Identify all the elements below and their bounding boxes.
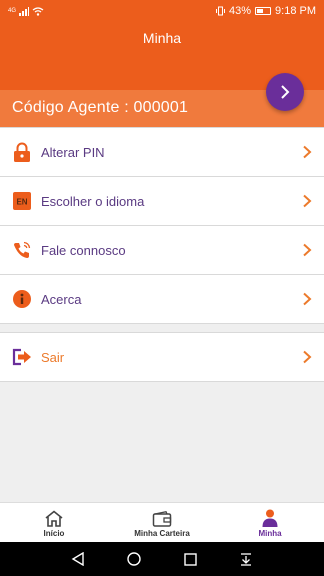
menu-label-about: Acerca <box>41 291 82 307</box>
nav-home[interactable]: Início <box>0 503 108 542</box>
nav-home-label: Início <box>43 529 65 538</box>
system-nav-bar <box>0 542 324 576</box>
chevron-right-icon <box>303 292 312 306</box>
nav-wallet-label: Minha Carteira <box>134 529 190 538</box>
recents-icon[interactable] <box>183 552 197 566</box>
language-badge-text: EN <box>16 198 27 207</box>
bottom-nav: Início Minha Carteira Minha <box>0 502 324 542</box>
clock: 9:18 PM <box>275 5 316 17</box>
forward-button[interactable] <box>266 73 304 111</box>
chevron-right-icon <box>281 85 290 99</box>
chevron-right-icon <box>303 194 312 208</box>
battery-icon <box>255 7 272 15</box>
status-bar: 4G 43% 9:18 PM <box>0 0 324 22</box>
logout-button[interactable]: Sair <box>0 333 324 382</box>
chevron-right-icon <box>303 145 312 159</box>
wallet-icon <box>152 511 172 527</box>
settings-menu: Alterar PIN EN Escolher o idioma Fale co… <box>0 127 324 324</box>
profile-icon <box>262 509 278 527</box>
vibrate-icon <box>216 6 225 16</box>
menu-item-contact[interactable]: Fale connosco <box>0 226 324 275</box>
menu-label-contact: Fale connosco <box>41 242 126 258</box>
nav-profile-label: Minha <box>258 529 282 538</box>
nav-profile[interactable]: Minha <box>216 503 324 542</box>
menu-item-language[interactable]: EN Escolher o idioma <box>0 177 324 226</box>
home-circle-icon[interactable] <box>127 552 142 566</box>
page-title: Minha <box>142 30 182 46</box>
logout-icon <box>12 347 32 367</box>
menu-item-change-pin[interactable]: Alterar PIN <box>0 128 324 177</box>
info-icon <box>12 289 32 309</box>
phone-icon <box>12 240 32 260</box>
menu-label-change-pin: Alterar PIN <box>41 144 105 160</box>
network-type: 4G <box>8 8 17 14</box>
language-en-icon: EN <box>12 191 32 211</box>
notification-pull-icon[interactable] <box>239 552 253 566</box>
battery-percent: 43% <box>229 5 252 17</box>
wifi-icon <box>32 6 44 16</box>
nav-wallet[interactable]: Minha Carteira <box>108 503 216 542</box>
logout-group: Sair <box>0 332 324 382</box>
signal-icon <box>19 6 30 16</box>
agent-code: Código Agente : 000001 <box>12 99 189 116</box>
chevron-right-icon <box>303 243 312 257</box>
back-icon[interactable] <box>71 552 85 566</box>
logout-label: Sair <box>41 349 65 365</box>
menu-item-about[interactable]: Acerca <box>0 275 324 324</box>
menu-label-language: Escolher o idioma <box>41 193 145 209</box>
lock-icon <box>12 142 32 162</box>
chevron-right-icon <box>303 350 312 364</box>
home-icon <box>45 510 63 527</box>
